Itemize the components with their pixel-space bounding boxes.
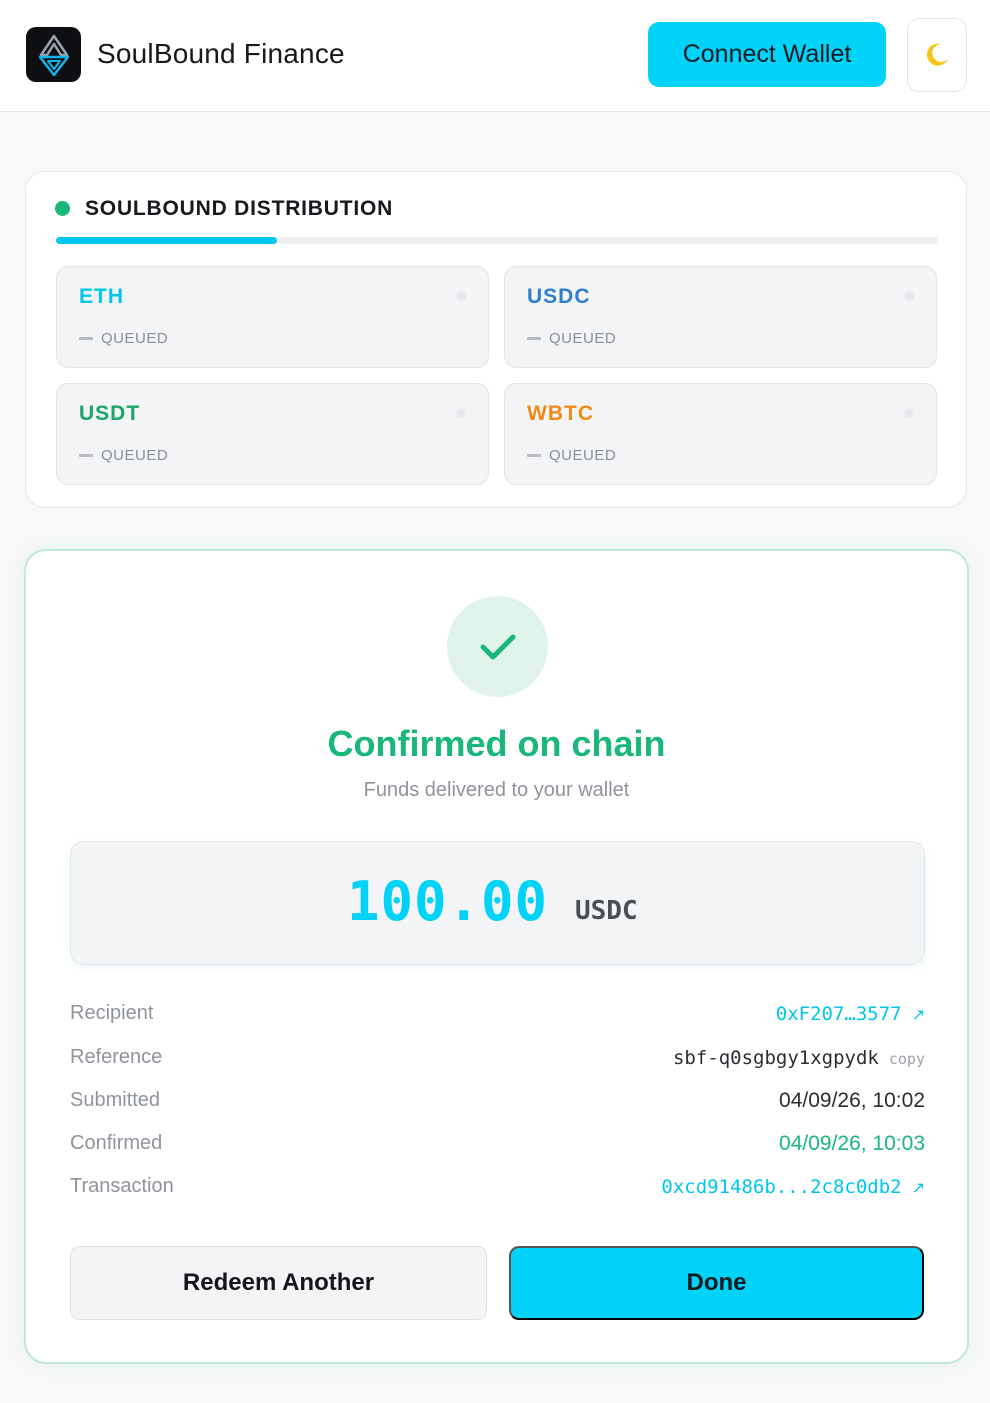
detail-label: Confirmed (70, 1132, 163, 1154)
token-indicator (904, 408, 914, 418)
external-link-icon[interactable]: ↗ (912, 1180, 925, 1197)
token-card-usdt: USDT QUEUED (56, 383, 489, 485)
theme-toggle-button[interactable] (907, 18, 967, 92)
status-dot (55, 201, 70, 216)
redeem-another-button[interactable]: Redeem Another (70, 1246, 487, 1320)
token-name: USDT (79, 402, 141, 425)
distribution-title: SOULBOUND DISTRIBUTION (85, 197, 394, 220)
reference-value-group: sbf-q0sgbgy1xgpydk copy (673, 1046, 925, 1070)
transaction-link[interactable]: 0xcd91486b...2c8c0db2 ↗ (661, 1175, 925, 1199)
brand-name: SoulBound Finance (97, 38, 345, 69)
token-indicator (456, 408, 466, 418)
detail-row-recipient: Recipient 0xF207…3577 ↗ (70, 1002, 925, 1032)
confirmation-title: Confirmed on chain (327, 723, 666, 764)
distribution-progress (56, 237, 938, 244)
confirmation-card: Confirmed on chain Funds delivered to yo… (24, 549, 969, 1364)
top-header: SoulBound Finance Connect Wallet (0, 0, 990, 112)
progress-fill (56, 237, 277, 244)
submitted-time: 04/09/26, 10:02 (779, 1089, 925, 1112)
token-indicator (456, 291, 466, 301)
confirmation-subtitle: Funds delivered to your wallet (363, 779, 630, 801)
amount-currency: USDC (575, 896, 638, 926)
logo-icon (38, 34, 69, 76)
copy-button[interactable]: copy (889, 1050, 925, 1068)
token-status: QUEUED (549, 330, 617, 347)
token-name: ETH (79, 285, 124, 308)
recipient-address[interactable]: 0xF207…3577 (776, 1003, 902, 1025)
dash-icon (79, 454, 93, 457)
dash-icon (79, 337, 93, 340)
token-card-usdc: USDC QUEUED (504, 266, 937, 368)
transaction-hash[interactable]: 0xcd91486b...2c8c0db2 (661, 1176, 901, 1198)
external-link-icon[interactable]: ↗ (912, 1007, 925, 1024)
token-name: USDC (527, 285, 591, 308)
reference-id: sbf-q0sgbgy1xgpydk (672, 1047, 879, 1069)
detail-label: Submitted (70, 1089, 161, 1111)
success-badge (447, 596, 548, 697)
dash-icon (527, 337, 541, 340)
token-name: WBTC (527, 402, 594, 425)
detail-row-confirmed: Confirmed 04/09/26, 10:03 (70, 1132, 925, 1162)
recipient-link[interactable]: 0xF207…3577 ↗ (776, 1002, 925, 1026)
detail-row-transaction: Transaction 0xcd91486b...2c8c0db2 ↗ (70, 1175, 925, 1205)
amount-display: 100.00 USDC (70, 841, 925, 965)
amount-value: 100.00 (347, 870, 549, 933)
token-status: QUEUED (549, 447, 617, 464)
token-indicator (904, 291, 914, 301)
distribution-card: SOULBOUND DISTRIBUTION ETH QUEUED USDC Q… (25, 171, 967, 508)
done-button[interactable]: Done (509, 1246, 924, 1320)
confirmed-time: 04/09/26, 10:03 (779, 1132, 925, 1155)
detail-label: Transaction (70, 1175, 174, 1197)
detail-label: Reference (70, 1046, 163, 1068)
dash-icon (527, 454, 541, 457)
checkmark-icon (480, 634, 515, 659)
token-status: QUEUED (101, 447, 169, 464)
token-status: QUEUED (101, 330, 169, 347)
detail-row-reference: Reference sbf-q0sgbgy1xgpydk copy (70, 1046, 925, 1076)
connect-wallet-button[interactable]: Connect Wallet (648, 22, 886, 87)
moon-icon (926, 43, 948, 66)
token-card-eth: ETH QUEUED (56, 266, 489, 368)
token-card-wbtc: WBTC QUEUED (504, 383, 937, 485)
detail-label: Recipient (70, 1002, 154, 1024)
soulbound-logo[interactable] (26, 27, 81, 82)
detail-row-submitted: Submitted 04/09/26, 10:02 (70, 1089, 925, 1119)
